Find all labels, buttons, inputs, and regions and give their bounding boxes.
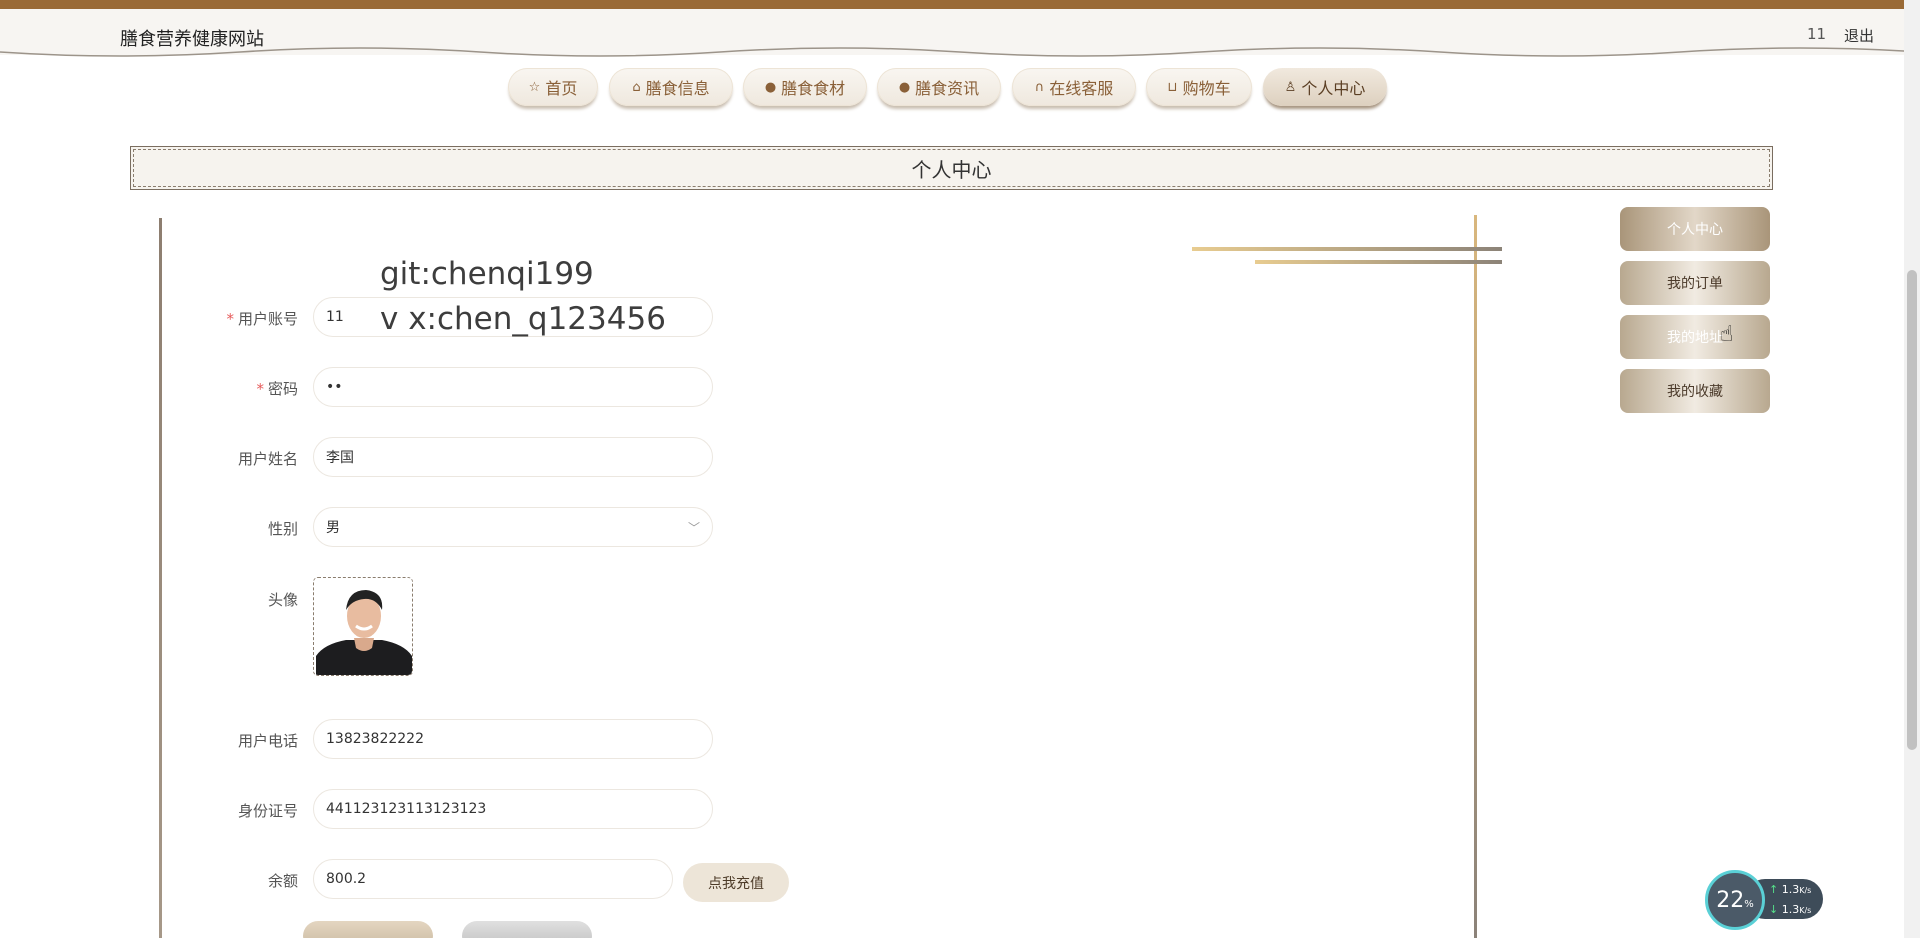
user-icon: ♙ xyxy=(1284,79,1297,95)
avatar-label: 头像 xyxy=(267,591,298,609)
star-icon: ☆ xyxy=(528,79,541,95)
account-label: * 用户账号 xyxy=(226,310,298,328)
scrollbar-thumb[interactable] xyxy=(1907,270,1917,750)
watermark-text: git:chenqi199 xyxy=(380,256,594,292)
site-title: 膳食营养健康网站 xyxy=(120,29,264,50)
main-nav: ☆ 首页 ⌂ 膳食信息 ● 膳食食材 ● 膳食资讯 ∩ 在线客服 ⊔ 购物车 ♙… xyxy=(0,68,1920,108)
username-display: 11 xyxy=(1807,25,1827,43)
network-speed-widget: 22% ↑ 1.3K/s ↓ 1.3K/s xyxy=(1705,867,1825,933)
decorative-line xyxy=(1255,260,1502,264)
nav-ingredients[interactable]: ● 膳食食材 xyxy=(743,68,867,106)
bag-icon: ⌂ xyxy=(632,79,641,95)
hand-cursor-icon: ☝ xyxy=(1720,322,1734,347)
side-menu-orders[interactable]: 我的订单 xyxy=(1620,261,1770,305)
cpu-usage-indicator: 22% xyxy=(1705,870,1765,930)
headset-icon: ∩ xyxy=(1034,79,1045,95)
page-title: 个人中心 xyxy=(130,146,1773,190)
avatar xyxy=(314,578,412,675)
nav-label: 在线客服 xyxy=(1049,79,1114,98)
balance-label: 余额 xyxy=(267,872,298,890)
download-speed: ↓ 1.3K/s xyxy=(1769,903,1812,916)
password-label: * 密码 xyxy=(256,380,298,398)
nav-label: 首页 xyxy=(545,79,578,98)
watermark-text: v x:chen_q123456 xyxy=(380,301,666,337)
id-label: 身份证号 xyxy=(237,802,298,820)
decorative-line xyxy=(1192,247,1502,251)
exclamation-icon: ● xyxy=(764,79,777,95)
gender-label: 性别 xyxy=(267,520,298,538)
side-menu-favorites[interactable]: 我的收藏 xyxy=(1620,369,1770,413)
nav-support[interactable]: ∩ 在线客服 xyxy=(1012,68,1136,106)
save-button[interactable] xyxy=(303,921,433,938)
nav-home[interactable]: ☆ 首页 xyxy=(508,68,598,106)
top-accent-bar xyxy=(0,0,1920,9)
balance-field[interactable]: 800.2 xyxy=(313,859,673,899)
nav-label: 个人中心 xyxy=(1301,79,1366,98)
arrow-up-icon: ↑ xyxy=(1769,883,1779,896)
nav-label: 膳食资讯 xyxy=(915,79,980,98)
name-label: 用户姓名 xyxy=(237,450,298,468)
phone-field[interactable]: 13823822222 xyxy=(313,719,713,759)
chevron-down-icon: ﹀ xyxy=(687,521,700,535)
nav-meal-info[interactable]: ⌂ 膳食信息 xyxy=(609,68,733,106)
cart-icon: ⊔ xyxy=(1167,79,1178,95)
nav-label: 膳食食材 xyxy=(781,79,846,98)
question-icon: ● xyxy=(898,79,911,95)
logout-account-button[interactable] xyxy=(462,921,592,938)
id-card-field[interactable]: 441123123113123123 xyxy=(313,789,713,829)
arrow-down-icon: ↓ xyxy=(1769,903,1779,916)
gender-value: 男 xyxy=(326,520,340,536)
avatar-upload[interactable] xyxy=(313,577,413,676)
nav-news[interactable]: ● 膳食资讯 xyxy=(877,68,1001,106)
nav-cart[interactable]: ⊔ 购物车 xyxy=(1146,68,1252,106)
nav-label: 膳食信息 xyxy=(645,79,710,98)
recharge-button[interactable]: 点我充值 xyxy=(683,863,789,902)
right-divider xyxy=(1474,215,1477,938)
phone-label: 用户电话 xyxy=(237,732,298,750)
header-wave-divider xyxy=(0,40,1920,57)
side-menu-address[interactable]: 我的地址 xyxy=(1620,315,1770,359)
nav-label: 购物车 xyxy=(1182,79,1231,98)
upload-speed: ↑ 1.3K/s xyxy=(1769,883,1812,896)
nav-profile[interactable]: ♙ 个人中心 xyxy=(1263,68,1387,106)
name-field[interactable]: 李国 xyxy=(313,437,713,477)
password-field[interactable]: •• xyxy=(313,367,713,407)
side-menu-profile[interactable]: 个人中心 xyxy=(1620,207,1770,251)
logout-link[interactable]: 退出 xyxy=(1844,25,1874,46)
gender-select[interactable]: 男 ﹀ xyxy=(313,507,713,547)
